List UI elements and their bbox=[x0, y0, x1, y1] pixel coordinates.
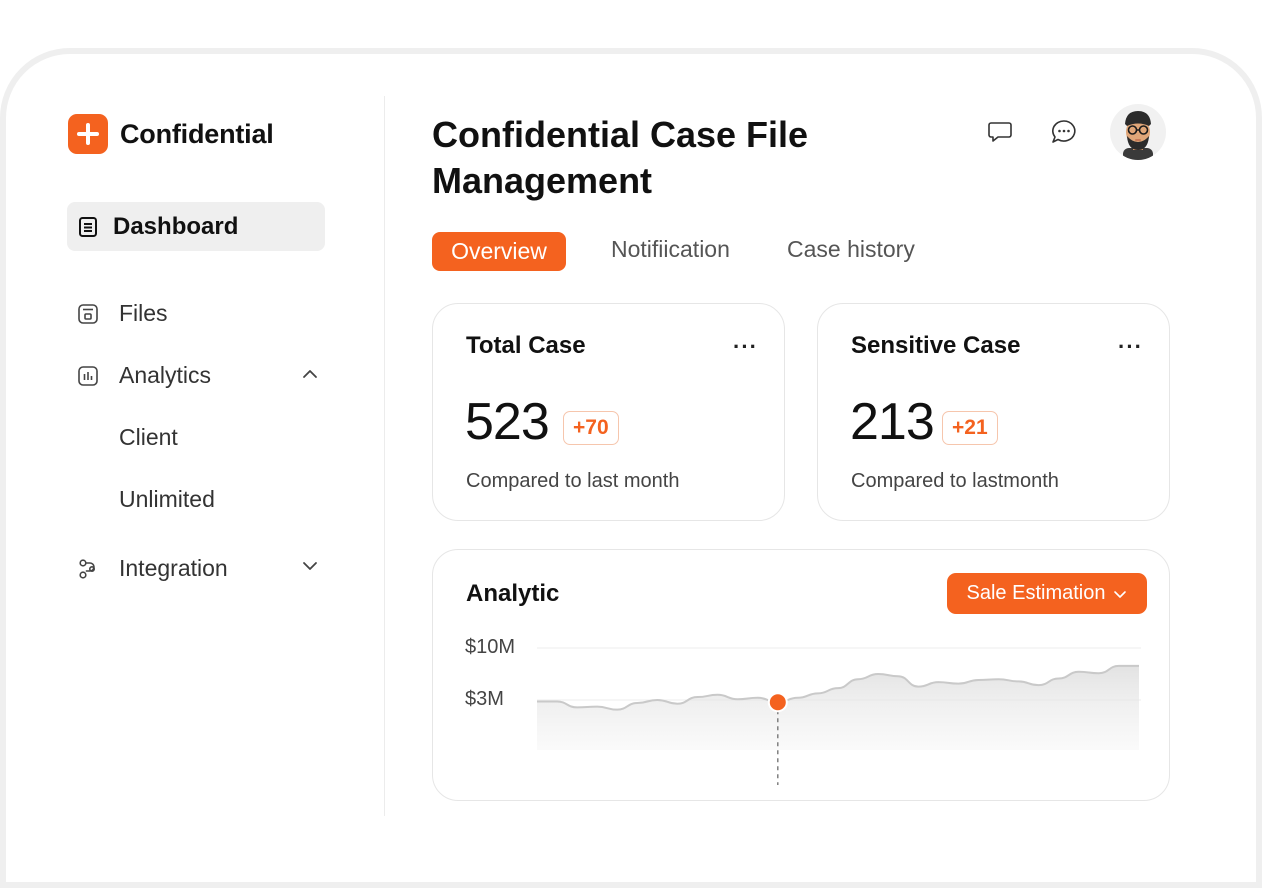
y-tick-label: $3M bbox=[465, 688, 504, 710]
plus-logo-icon bbox=[68, 114, 108, 154]
chat-bubble-icon[interactable] bbox=[986, 118, 1014, 146]
change-badge: +21 bbox=[942, 411, 998, 445]
sidebar-item-label: Files bbox=[119, 300, 168, 326]
sidebar-item-dashboard[interactable]: Dashboard bbox=[67, 202, 325, 251]
brand[interactable]: Confidential bbox=[68, 114, 274, 154]
tab-notification[interactable]: Notifiication bbox=[611, 236, 730, 263]
area-fill bbox=[537, 665, 1139, 750]
sidebar-item-label: Analytics bbox=[119, 362, 212, 388]
sidebar-item-label: Dashboard bbox=[113, 212, 239, 240]
sidebar-item-label: Integration bbox=[119, 555, 228, 581]
total-case-card: Total Case ··· 523 +70 Compared to last … bbox=[432, 303, 785, 521]
card-value: 213 bbox=[850, 393, 935, 451]
sidebar-item-files[interactable]: Files bbox=[77, 300, 168, 327]
more-options-icon[interactable]: ··· bbox=[1118, 334, 1143, 360]
chevron-up-icon[interactable] bbox=[300, 364, 320, 384]
message-dots-icon[interactable] bbox=[1050, 118, 1078, 146]
sensitive-case-card: Sensitive Case ··· 213 +21 Compared to l… bbox=[817, 303, 1170, 521]
brand-name: Confidential bbox=[120, 118, 274, 149]
page-title: Confidential Case File Management bbox=[432, 114, 809, 201]
card-subtitle: Compared to lastmonth bbox=[851, 470, 1059, 492]
chevron-down-icon[interactable] bbox=[300, 556, 320, 576]
analytic-area-chart bbox=[537, 647, 1141, 785]
file-icon bbox=[78, 303, 98, 324]
integration-icon bbox=[79, 558, 96, 579]
bar-chart-icon bbox=[78, 365, 98, 386]
card-value: 523 bbox=[465, 393, 550, 451]
card-title: Sensitive Case bbox=[851, 332, 1021, 359]
card-title: Total Case bbox=[466, 332, 586, 359]
y-tick-label: $10M bbox=[465, 636, 516, 658]
document-icon bbox=[79, 216, 97, 237]
sidebar-subitem-unlimited[interactable]: Unlimited bbox=[119, 486, 215, 513]
sidebar-divider bbox=[384, 96, 385, 816]
user-avatar-icon bbox=[1123, 111, 1153, 160]
tab-overview[interactable]: Overview bbox=[432, 232, 566, 271]
sidebar-item-analytics[interactable]: Analytics bbox=[77, 362, 211, 389]
sidebar-subitem-client[interactable]: Client bbox=[119, 424, 178, 451]
chevron-down-icon bbox=[1114, 590, 1127, 598]
highlight-point[interactable] bbox=[767, 692, 788, 713]
more-options-icon[interactable]: ··· bbox=[733, 334, 758, 360]
avatar[interactable] bbox=[1110, 104, 1166, 160]
analytic-title: Analytic bbox=[466, 580, 560, 607]
sidebar-item-integration[interactable]: Integration bbox=[77, 555, 228, 582]
dropdown-label: Sale Estimation bbox=[966, 582, 1106, 604]
change-badge: +70 bbox=[563, 411, 619, 445]
card-subtitle: Compared to last month bbox=[466, 470, 680, 492]
sale-estimation-dropdown[interactable]: Sale Estimation bbox=[947, 573, 1147, 614]
tab-case-history[interactable]: Case history bbox=[787, 236, 915, 263]
analytic-card: Analytic Sale Estimation $10M $3M bbox=[432, 549, 1170, 801]
